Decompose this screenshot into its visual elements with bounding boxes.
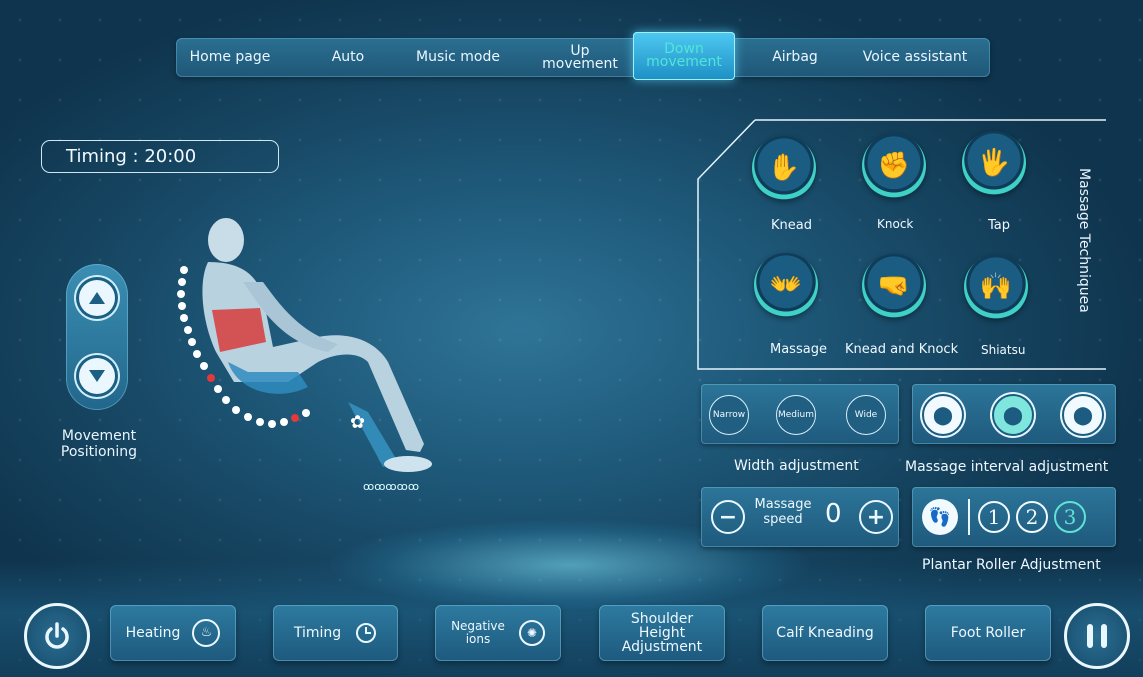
tab-auto[interactable]: Auto <box>316 38 380 77</box>
heating-button[interactable]: Heating ♨ <box>110 605 236 661</box>
massage-techniques-title: Massage Techniquea <box>1076 168 1092 313</box>
plantar-level-3[interactable]: 3 <box>1054 501 1086 533</box>
plantar-level-2[interactable]: 2 <box>1016 501 1048 533</box>
plus-icon: + <box>866 504 886 530</box>
minus-icon: − <box>718 504 738 530</box>
ions-icon: ✺ <box>518 620 545 646</box>
foot-roller-label: Foot Roller <box>950 625 1026 641</box>
interval-lower-button[interactable]: ⬤ <box>1062 394 1104 436</box>
tab-down-movement[interactable]: Down movement <box>633 32 735 80</box>
massage-speed-value: 0 <box>825 499 842 529</box>
calf-kneading-button[interactable]: Calf Kneading <box>762 605 888 661</box>
technique-knead-and-knock-button[interactable]: 🤜 <box>862 254 926 318</box>
foot-roller-icon: ꝏꝏꝏꝏꝏ <box>363 480 419 493</box>
width-wide-button[interactable]: Wide <box>846 395 886 435</box>
plantar-roller-panel: 👣 1 2 3 <box>912 487 1116 547</box>
knock-fists-icon: ✊ <box>877 151 911 181</box>
plantar-divider <box>968 499 970 535</box>
technique-tap-label: Tap <box>988 218 1011 233</box>
power-icon <box>45 622 69 649</box>
speed-decrease-button[interactable]: − <box>711 500 745 534</box>
movement-control <box>66 264 128 410</box>
negative-ions-button[interactable]: Negative ions ✺ <box>435 605 561 661</box>
tap-hands-icon: 🖐 <box>977 148 1011 178</box>
tab-up-movement[interactable]: Up movement <box>532 38 628 77</box>
massage-speed-panel: − Massage speed 0 + <box>701 487 899 547</box>
timing-text: Timing : 20:00 <box>66 146 197 167</box>
arrow-up-icon <box>89 292 105 304</box>
interval-adjustment-panel: ⬤ ⬤ ⬤ <box>912 384 1116 444</box>
plantar-roller-toggle[interactable]: 👣 <box>922 499 958 535</box>
move-up-button[interactable] <box>79 280 115 316</box>
interval-adjustment-label: Massage interval adjustment <box>905 459 1109 475</box>
knead-hands-icon: ✋ <box>767 153 801 183</box>
technique-shiatsu-button[interactable]: 🙌 <box>964 255 1028 319</box>
foot-roller-button[interactable]: Foot Roller <box>925 605 1051 661</box>
pause-button[interactable] <box>1064 603 1130 669</box>
calf-roller-icon: ✿ <box>350 412 365 433</box>
pause-icon <box>1087 624 1107 648</box>
massage-speed-label: Massage speed <box>754 497 812 527</box>
negative-ions-label: Negative ions <box>451 619 505 646</box>
massage-hands-icon: 👐 <box>769 270 803 300</box>
width-narrow-button[interactable]: Narrow <box>709 395 749 435</box>
tab-home-page[interactable]: Home page <box>184 38 276 77</box>
shoulder-height-label: Shoulder Height Adjustment <box>621 611 703 655</box>
technique-knock-button[interactable]: ✊ <box>862 134 926 198</box>
heating-icon: ♨ <box>192 619 221 647</box>
technique-massage-label: Massage <box>770 342 827 357</box>
technique-massage-button[interactable]: 👐 <box>754 253 818 317</box>
tab-music-mode[interactable]: Music mode <box>408 38 508 77</box>
technique-knead-button[interactable]: ✋ <box>752 136 816 200</box>
massage-chair-figure: ✿ ꝏꝏꝏꝏꝏ <box>177 218 432 493</box>
width-adjustment-label: Width adjustment <box>734 458 859 474</box>
knead-knock-icon: 🤜 <box>877 271 911 301</box>
technique-knead-label: Knead <box>771 218 812 233</box>
technique-knock-label: Knock <box>877 217 914 231</box>
timing-display: Timing : 20:00 <box>41 140 279 173</box>
shiatsu-hands-icon: 🙌 <box>979 272 1013 302</box>
top-navigation: Home page Auto Music mode Up movement Do… <box>176 32 990 80</box>
heating-label: Heating <box>125 625 181 641</box>
plantar-level-1[interactable]: 1 <box>978 501 1010 533</box>
foot-icon: 👣 <box>928 506 952 528</box>
lower-body-icon: ⬤ <box>1072 404 1094 426</box>
upper-body-icon: ⬤ <box>932 404 954 426</box>
tab-airbag[interactable]: Airbag <box>761 38 829 77</box>
interval-middle-button[interactable]: ⬤ <box>992 394 1034 436</box>
speed-increase-button[interactable]: + <box>859 500 893 534</box>
power-button[interactable] <box>24 603 90 669</box>
technique-shiatsu-label: Shiatsu <box>981 343 1026 357</box>
tab-voice-assistant[interactable]: Voice assistant <box>852 38 978 77</box>
interval-upper-button[interactable]: ⬤ <box>922 394 964 436</box>
movement-positioning-label: Movement Positioning <box>60 428 138 460</box>
technique-knead-and-knock-label: Knead and Knock <box>845 342 959 357</box>
clock-icon <box>356 623 377 643</box>
calf-kneading-label: Calf Kneading <box>776 625 874 641</box>
timing-button-label: Timing <box>293 625 342 641</box>
width-adjustment-panel: Narrow Medium Wide <box>701 384 899 444</box>
arrow-down-icon <box>89 370 105 382</box>
plantar-roller-label: Plantar Roller Adjustment <box>922 557 1101 573</box>
shoulder-height-button[interactable]: Shoulder Height Adjustment <box>599 605 725 661</box>
middle-body-icon: ⬤ <box>1002 404 1024 426</box>
control-screen: Home page Auto Music mode Up movement Do… <box>0 0 1143 677</box>
human-body-silhouette <box>202 218 432 472</box>
move-down-button[interactable] <box>79 358 115 394</box>
timing-button[interactable]: Timing <box>273 605 398 661</box>
width-medium-button[interactable]: Medium <box>776 395 816 435</box>
technique-tap-button[interactable]: 🖐 <box>962 131 1026 195</box>
